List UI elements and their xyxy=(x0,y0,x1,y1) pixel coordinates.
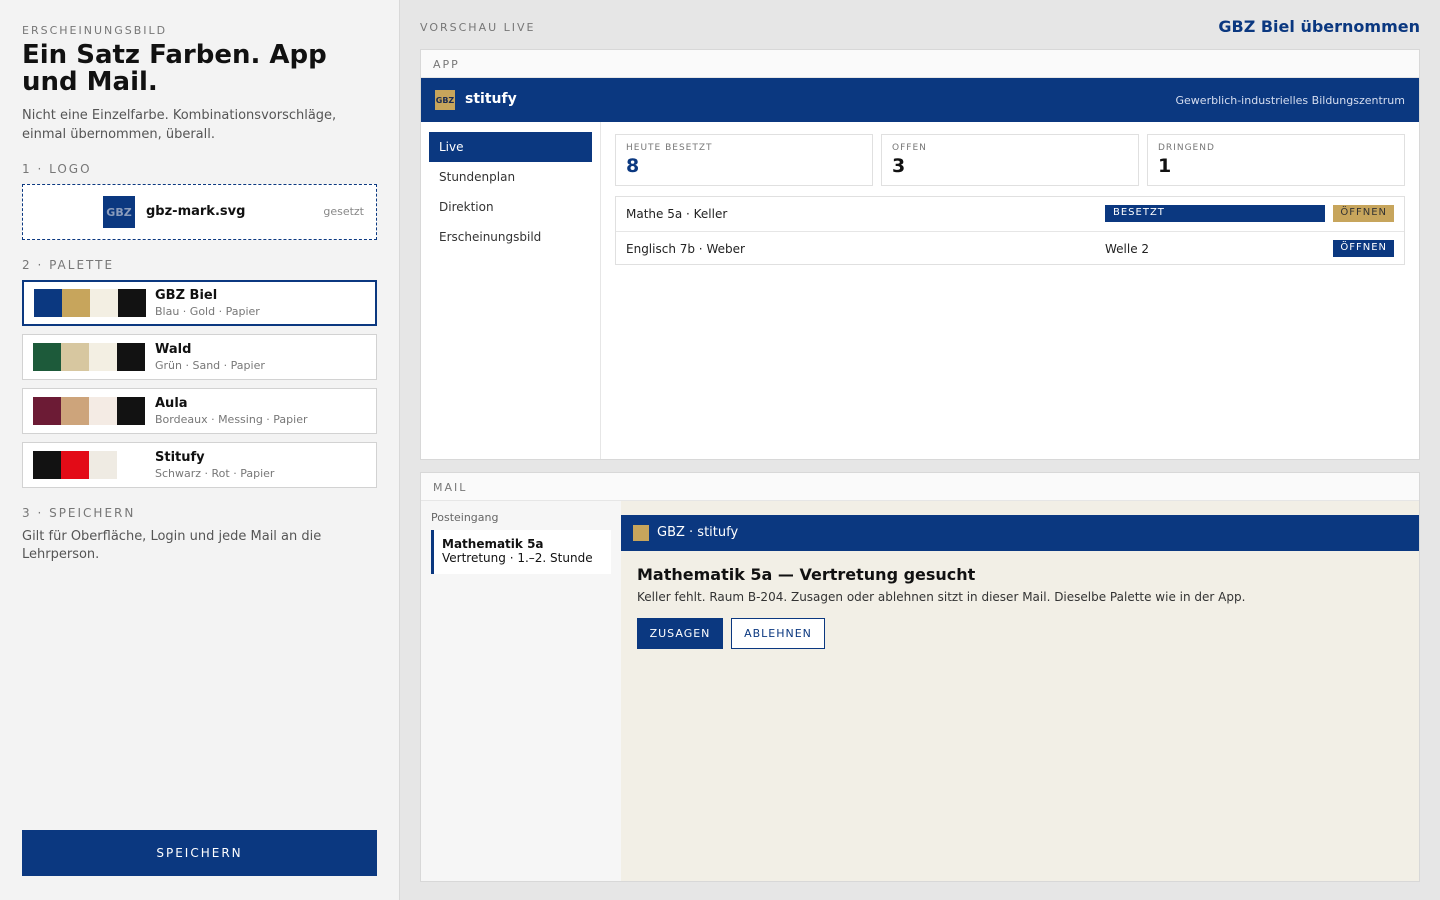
inbox-item[interactable]: Mathematik 5a Vertretung · 1.–2. Stunde xyxy=(431,530,611,574)
nav-item-erscheinungsbild[interactable]: Erscheinungsbild xyxy=(429,222,592,252)
nav-item-stundenplan[interactable]: Stundenplan xyxy=(429,162,592,192)
palette-swatch xyxy=(117,343,145,371)
palette-name: Stitufy xyxy=(155,450,205,465)
palette-swatch xyxy=(117,397,145,425)
nav-item-live[interactable]: Live xyxy=(429,132,592,162)
mail-brand-square xyxy=(633,525,649,541)
app-name: stitufy xyxy=(465,91,517,107)
palette-swatch xyxy=(33,451,61,479)
palette-swatch xyxy=(89,451,117,479)
app-logo: GBZ xyxy=(435,90,455,110)
palette-option-stitufy[interactable]: Stitufy Schwarz · Rot · Papier xyxy=(22,442,377,488)
open-button[interactable]: ÖFFNEN xyxy=(1333,205,1394,222)
stat-value: 3 xyxy=(892,155,906,177)
accept-button[interactable]: ZUSAGEN xyxy=(637,618,723,649)
mail-header: GBZ · stitufy xyxy=(621,515,1419,551)
app-sidebar: Live Stundenplan Direktion Erscheinungsb… xyxy=(421,122,601,459)
palette-colors: Blau · Gold · Papier xyxy=(155,305,260,318)
app-header: GBZ stitufy Gewerblich-industrielles Bil… xyxy=(421,78,1419,122)
palette-colors: Grün · Sand · Papier xyxy=(155,359,265,372)
stat-card-heute-besetzt: HEUTE BESETZT 8 xyxy=(615,134,873,186)
inbox-label: Posteingang xyxy=(431,511,499,524)
stat-card-dringend: DRINGEND 1 xyxy=(1147,134,1405,186)
frame-tag-mail: MAIL xyxy=(421,473,1419,501)
palette-swatch xyxy=(89,343,117,371)
lesson-title: Mathe 5a · Keller xyxy=(626,207,728,221)
list-item: Englisch 7b · Weber Welle 2 ÖFFNEN xyxy=(616,231,1404,265)
step-palette-label: 2 · PALETTE xyxy=(22,258,115,272)
palette-swatch xyxy=(61,451,89,479)
palette-swatch xyxy=(33,397,61,425)
step-save-label: 3 · SPEICHERN xyxy=(22,506,136,520)
nav-item-direktion[interactable]: Direktion xyxy=(429,192,592,222)
palette-swatch xyxy=(33,343,61,371)
decline-button[interactable]: ABLEHNEN xyxy=(731,618,825,649)
stat-label: OFFEN xyxy=(892,143,927,153)
palette-colors: Bordeaux · Messing · Papier xyxy=(155,413,308,426)
settings-panel: ERSCHEINUNGSBILD Ein Satz Farben. App un… xyxy=(0,0,400,900)
palette-colors: Schwarz · Rot · Papier xyxy=(155,467,275,480)
logo-status: gesetzt xyxy=(323,205,364,218)
app-preview-frame: APP GBZ stitufy Gewerblich-industrielles… xyxy=(420,49,1420,460)
inbox-preview: Vertretung · 1.–2. Stunde xyxy=(442,551,593,565)
open-button[interactable]: ÖFFNEN xyxy=(1333,240,1394,257)
mail-sender: GBZ · stitufy xyxy=(657,525,739,540)
save-button[interactable]: SPEICHERN xyxy=(22,830,377,876)
status-bar: BESETZT xyxy=(1105,205,1325,222)
logo-mark-preview: GBZ xyxy=(103,196,135,228)
stat-value: 1 xyxy=(1158,155,1172,177)
palette-name: GBZ Biel xyxy=(155,288,218,303)
save-description: Gilt für Oberfläche, Login und jede Mail… xyxy=(22,529,322,562)
page-title: Ein Satz Farben. App und Mail. xyxy=(22,40,327,97)
app-organization: Gewerblich-industrielles Bildungszentrum xyxy=(1175,94,1405,107)
applied-palette-status: GBZ Biel übernommen xyxy=(1218,17,1420,36)
palette-option-gbz-biel[interactable]: GBZ Biel Blau · Gold · Papier xyxy=(22,280,377,326)
page-subtitle: Nicht eine Einzelfarbe. Kombinationsvors… xyxy=(22,108,337,142)
mail-body: Keller fehlt. Raum B-204. Zusagen oder a… xyxy=(637,590,1246,604)
preview-label: VORSCHAU LIVE xyxy=(420,21,536,34)
stat-label: HEUTE BESETZT xyxy=(626,143,713,153)
palette-swatch xyxy=(61,343,89,371)
lesson-title: Englisch 7b · Weber xyxy=(626,242,745,256)
palette-swatch xyxy=(34,289,62,317)
status-text: Welle 2 xyxy=(1105,242,1150,256)
mail-inbox: Posteingang Mathematik 5a Vertretung · 1… xyxy=(421,501,621,881)
logo-dropzone[interactable]: GBZ gbz-mark.svg gesetzt xyxy=(22,184,377,240)
palette-swatch xyxy=(61,397,89,425)
palette-swatch xyxy=(62,289,90,317)
lesson-list: Mathe 5a · Keller BESETZT ÖFFNEN Englisc… xyxy=(615,196,1405,265)
palette-name: Aula xyxy=(155,396,188,411)
mail-preview-frame: MAIL Posteingang Mathematik 5a Vertretun… xyxy=(420,472,1420,882)
stat-label: DRINGEND xyxy=(1158,143,1215,153)
stat-card-offen: OFFEN 3 xyxy=(881,134,1139,186)
logo-filename: gbz-mark.svg xyxy=(146,204,246,219)
palette-option-aula[interactable]: Aula Bordeaux · Messing · Papier xyxy=(22,388,377,434)
mail-reading-pane: GBZ · stitufy Mathematik 5a — Vertretung… xyxy=(621,501,1419,881)
palette-swatch xyxy=(118,289,146,317)
frame-tag-app: APP xyxy=(421,50,1419,78)
inbox-subject: Mathematik 5a xyxy=(442,537,544,551)
step-logo-label: 1 · LOGO xyxy=(22,162,92,176)
section-eyebrow: ERSCHEINUNGSBILD xyxy=(22,24,168,37)
palette-name: Wald xyxy=(155,342,192,357)
palette-option-wald[interactable]: Wald Grün · Sand · Papier xyxy=(22,334,377,380)
list-item: Mathe 5a · Keller BESETZT ÖFFNEN xyxy=(616,197,1404,231)
stat-value: 8 xyxy=(626,155,640,177)
palette-swatch xyxy=(90,289,118,317)
palette-swatch xyxy=(89,397,117,425)
mail-title: Mathematik 5a — Vertretung gesucht xyxy=(637,565,976,584)
